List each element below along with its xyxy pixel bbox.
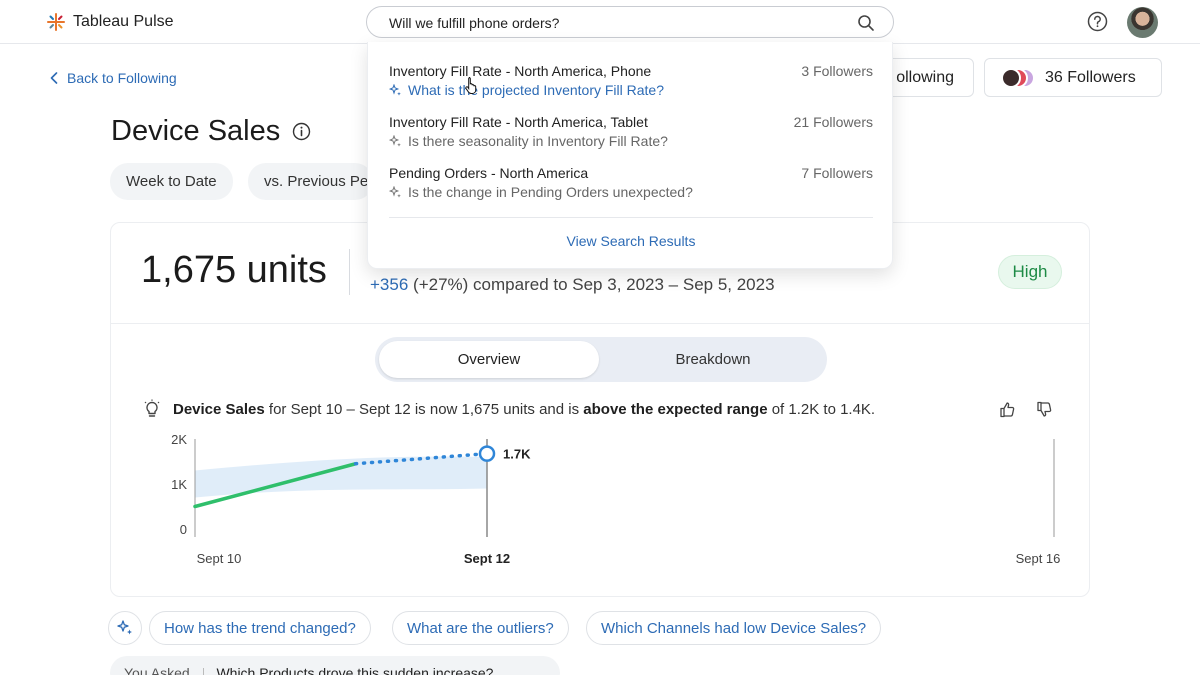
sparkle-icon: [389, 185, 401, 198]
info-icon[interactable]: [292, 122, 311, 141]
page-title-text: Device Sales: [111, 115, 281, 147]
view-toggle: Overview Breakdown: [375, 337, 827, 382]
search-icon[interactable]: [857, 14, 875, 32]
top-bar: Tableau Pulse: [0, 0, 1200, 44]
compare-period: compared to Sep 3, 2023 – Sep 5, 2023: [473, 275, 775, 294]
y-tick-label: 1K: [171, 477, 187, 492]
follower-avatar: [1001, 67, 1021, 88]
search-box[interactable]: [366, 6, 894, 38]
search-input[interactable]: [389, 13, 849, 33]
thumbs-down-icon[interactable]: [1036, 401, 1053, 418]
result-followers: 7 Followers: [801, 165, 873, 181]
result-question[interactable]: What is the projected Inventory Fill Rat…: [389, 82, 664, 98]
divider: [111, 323, 1089, 324]
chevron-left-icon: [50, 72, 58, 84]
comparison-label: vs. Previous Pe: [264, 173, 369, 190]
trend-chart: 2K 1K 0 1.7K Sept 10 Sept 12 Sept 16: [171, 432, 1061, 566]
result-question[interactable]: Is the change in Pending Orders unexpect…: [389, 184, 693, 200]
divider: [389, 217, 873, 218]
insight-text-part: of 1.2K to 1.4K.: [767, 400, 876, 418]
lightbulb-icon: [144, 399, 160, 417]
result-title: Inventory Fill Rate - North America, Tab…: [389, 114, 648, 130]
app-name: Tableau Pulse: [73, 13, 174, 30]
metric-value: 1,675 units: [141, 249, 327, 291]
asked-question-text: Which Products drove this sudden increas…: [216, 665, 494, 675]
tab-overview[interactable]: Overview: [379, 341, 599, 378]
suggestion-label: How has the trend changed?: [164, 619, 356, 637]
tab-label: Overview: [457, 351, 521, 368]
result-question[interactable]: Is there seasonality in Inventory Fill R…: [389, 133, 668, 149]
insight-bold-range: above the expected range: [583, 400, 768, 418]
help-icon[interactable]: [1087, 11, 1108, 32]
sparkle-icon: [117, 620, 132, 635]
x-tick-label: Sept 12: [464, 551, 510, 566]
tab-breakdown[interactable]: Breakdown: [603, 341, 823, 378]
result-question-text: What is the projected Inventory Fill Rat…: [408, 82, 665, 98]
suggestion-label: Which Channels had low Device Sales?: [601, 619, 867, 637]
suggestion-chip[interactable]: Which Channels had low Device Sales?: [586, 611, 882, 645]
followers-count: 36 Followers: [1045, 68, 1136, 86]
expected-range-band: [195, 456, 487, 498]
sparkle-icon: [389, 83, 401, 96]
search-result-item[interactable]: Inventory Fill Rate - North America, Pho…: [389, 63, 873, 107]
ask-suggestions-button[interactable]: [108, 611, 142, 645]
delta-value: +356: [370, 275, 409, 294]
tableau-logo-icon: [47, 13, 65, 31]
search-result-item[interactable]: Inventory Fill Rate - North America, Tab…: [389, 114, 873, 158]
divider: [349, 249, 350, 295]
y-tick-label: 2K: [171, 432, 187, 447]
comparison-text: +356 (+27%) compared to Sep 3, 2023 – Se…: [370, 275, 775, 295]
suggestion-label: What are the outliers?: [407, 619, 554, 637]
page-title: Device Sales: [111, 115, 311, 148]
suggestion-chip[interactable]: What are the outliers?: [392, 611, 569, 645]
tab-label: Breakdown: [675, 351, 751, 368]
x-tick-label: Sept 16: [1016, 551, 1061, 566]
delta-percent: (+27%): [413, 275, 469, 294]
result-question-text: Is there seasonality in Inventory Fill R…: [408, 133, 668, 149]
metric-card: 1,675 units +356 (+27%) compared to Sep …: [110, 222, 1090, 597]
insight-summary: Device Sales for Sept 10 – Sept 12 is no…: [143, 399, 875, 419]
result-followers: 3 Followers: [801, 63, 873, 79]
insight-text: Device Sales for Sept 10 – Sept 12 is no…: [173, 401, 875, 418]
view-search-results-link[interactable]: View Search Results: [368, 233, 894, 249]
back-link-label: Back to Following: [67, 70, 177, 86]
current-value-point: [478, 445, 496, 462]
current-value-label: 1.7K: [503, 447, 531, 462]
result-question-text: Is the change in Pending Orders unexpect…: [408, 184, 693, 200]
followers-button[interactable]: 36 Followers: [984, 58, 1162, 97]
date-range-label: Week to Date: [126, 173, 217, 190]
back-link[interactable]: Back to Following: [50, 70, 177, 86]
search-result-item[interactable]: Pending Orders - North America 7 Followe…: [389, 165, 873, 209]
search-results-dropdown: Inventory Fill Rate - North America, Pho…: [367, 42, 893, 269]
status-badge: High: [998, 255, 1062, 289]
suggestion-chip[interactable]: How has the trend changed?: [149, 611, 371, 645]
y-tick-label: 0: [180, 522, 187, 537]
insight-bold-metric: Device Sales: [173, 400, 265, 418]
hand-cursor-icon: [465, 77, 477, 94]
sparkle-icon: [389, 134, 401, 147]
app-logo[interactable]: Tableau Pulse: [46, 12, 174, 32]
x-tick-label: Sept 10: [197, 551, 242, 566]
follower-avatars: [1001, 67, 1035, 88]
result-title: Pending Orders - North America: [389, 165, 589, 181]
result-followers: 21 Followers: [793, 114, 873, 130]
user-avatar[interactable]: [1127, 7, 1158, 38]
result-title: Inventory Fill Rate - North America, Pho…: [389, 63, 652, 79]
comparison-filter[interactable]: vs. Previous Pe: [248, 163, 373, 200]
following-label: ollowing: [896, 68, 954, 86]
thumbs-up-icon[interactable]: [999, 401, 1016, 418]
insight-text-part: for Sept 10 – Sept 12 is now 1,675 units…: [264, 400, 584, 418]
asked-prefix: You Asked: [124, 665, 190, 675]
asked-question: You Asked Which Products drove this sudd…: [110, 656, 560, 675]
date-range-filter[interactable]: Week to Date: [110, 163, 233, 200]
